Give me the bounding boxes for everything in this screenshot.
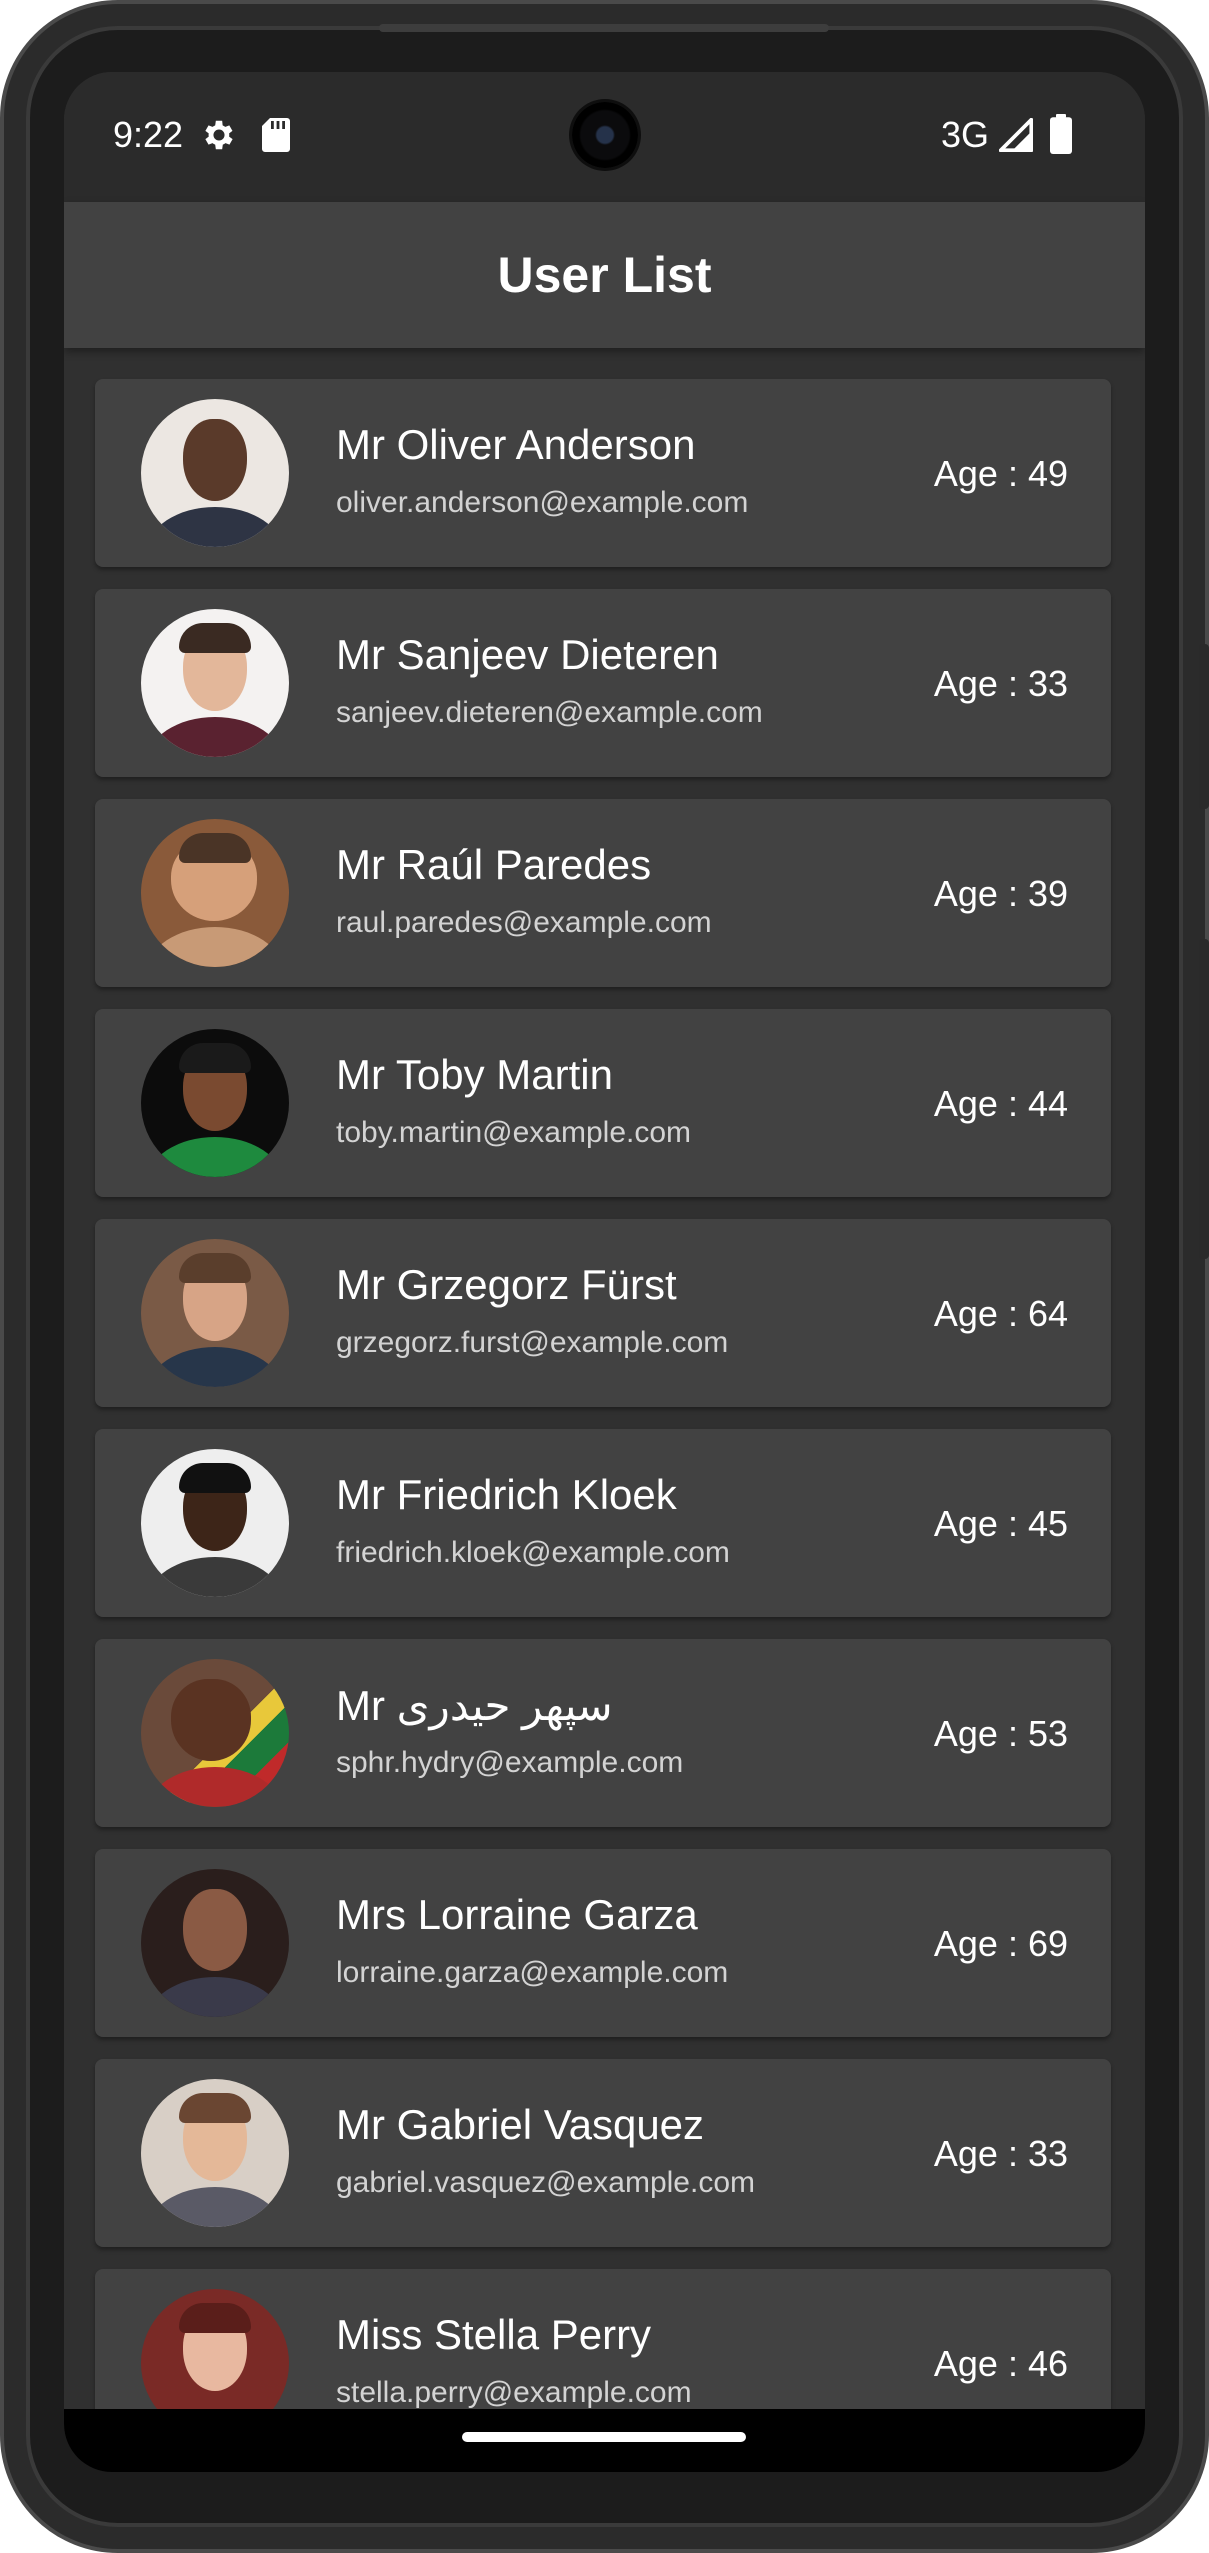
user-email: stella.perry@example.com bbox=[336, 2376, 692, 2409]
user-email: raul.paredes@example.com bbox=[336, 906, 712, 939]
home-gesture-handle[interactable] bbox=[462, 2432, 746, 2442]
user-name: Mr سپهر حیدری bbox=[336, 1682, 613, 1729]
avatar bbox=[141, 2079, 289, 2227]
user-age: Age : 49 bbox=[933, 453, 1068, 494]
user-card[interactable]: Mr Raúl Paredes raul.paredes@example.com… bbox=[95, 799, 1111, 987]
user-age: Age : 46 bbox=[933, 2343, 1068, 2384]
avatar bbox=[141, 399, 289, 547]
user-age: Age : 33 bbox=[933, 663, 1068, 704]
user-card[interactable]: Mr Grzegorz Fürst grzegorz.furst@example… bbox=[95, 1219, 1111, 1407]
avatar bbox=[141, 1659, 289, 1807]
user-age: Age : 39 bbox=[933, 873, 1068, 914]
user-card[interactable]: Miss Stella Perry stella.perry@example.c… bbox=[95, 2269, 1111, 2417]
avatar bbox=[141, 609, 289, 757]
user-age: Age : 45 bbox=[933, 1503, 1068, 1544]
avatar bbox=[141, 1239, 289, 1387]
gear-icon bbox=[205, 120, 233, 150]
avatar bbox=[141, 819, 289, 967]
user-card[interactable]: Mr Gabriel Vasquez gabriel.vasquez@examp… bbox=[95, 2059, 1111, 2247]
user-age: Age : 33 bbox=[933, 2133, 1068, 2174]
user-name: Mr Sanjeev Dieteren bbox=[336, 631, 719, 678]
user-email: toby.martin@example.com bbox=[336, 1116, 692, 1149]
user-card[interactable]: Mr سپهر حیدری sphr.hydry@example.com Age… bbox=[95, 1639, 1111, 1827]
user-email: oliver.anderson@example.com bbox=[336, 486, 749, 519]
user-name: Mr Toby Martin bbox=[336, 1051, 613, 1098]
user-card[interactable]: Mrs Lorraine Garza lorraine.garza@exampl… bbox=[95, 1849, 1111, 2037]
avatar bbox=[141, 2289, 289, 2417]
user-name: Miss Stella Perry bbox=[336, 2311, 652, 2358]
phone-frame: 9:22 3G User List Mr Oliver Anderson oli… bbox=[0, 0, 1209, 2553]
app-bar: User List bbox=[64, 202, 1145, 348]
avatar bbox=[141, 1449, 289, 1597]
signal-icon bbox=[999, 118, 1033, 152]
user-name: Mr Raúl Paredes bbox=[336, 841, 652, 888]
user-age: Age : 69 bbox=[933, 1923, 1068, 1964]
user-email: sanjeev.dieteren@example.com bbox=[336, 696, 763, 729]
user-name: Mr Oliver Anderson bbox=[336, 421, 696, 468]
status-bar: 9:22 3G bbox=[64, 72, 1145, 202]
user-name: Mr Grzegorz Fürst bbox=[336, 1261, 677, 1308]
battery-icon bbox=[1050, 114, 1072, 154]
user-name: Mrs Lorraine Garza bbox=[336, 1891, 698, 1938]
user-card[interactable]: Mr Oliver Anderson oliver.anderson@examp… bbox=[95, 379, 1111, 567]
user-email: grzegorz.furst@example.com bbox=[336, 1326, 729, 1359]
user-email: friedrich.kloek@example.com bbox=[336, 1536, 730, 1569]
user-card[interactable]: Mr Friedrich Kloek friedrich.kloek@examp… bbox=[95, 1429, 1111, 1617]
user-email: sphr.hydry@example.com bbox=[336, 1746, 684, 1779]
user-email: gabriel.vasquez@example.com bbox=[336, 2166, 755, 2199]
user-card[interactable]: Mr Sanjeev Dieteren sanjeev.dieteren@exa… bbox=[95, 589, 1111, 777]
volume-button bbox=[1199, 939, 1209, 1259]
status-time: 9:22 bbox=[113, 114, 184, 155]
user-name: Mr Gabriel Vasquez bbox=[336, 2101, 705, 2148]
user-age: Age : 44 bbox=[933, 1083, 1068, 1124]
user-name: Mr Friedrich Kloek bbox=[336, 1471, 677, 1518]
navigation-bar bbox=[64, 2409, 1145, 2472]
front-camera bbox=[572, 102, 638, 168]
earpiece bbox=[379, 24, 829, 32]
page-title: User List bbox=[497, 247, 712, 303]
avatar bbox=[141, 1029, 289, 1177]
power-button bbox=[1199, 644, 1209, 809]
user-email: lorraine.garza@example.com bbox=[336, 1956, 729, 1989]
avatar bbox=[141, 1869, 289, 2017]
user-list[interactable]: Mr Oliver Anderson oliver.anderson@examp… bbox=[64, 348, 1145, 2417]
network-type: 3G bbox=[941, 114, 990, 155]
screen: 9:22 3G User List Mr Oliver Anderson oli… bbox=[64, 72, 1145, 2472]
user-age: Age : 53 bbox=[933, 1713, 1068, 1754]
user-age: Age : 64 bbox=[933, 1293, 1068, 1334]
user-card[interactable]: Mr Toby Martin toby.martin@example.com A… bbox=[95, 1009, 1111, 1197]
sd-card-icon bbox=[262, 118, 290, 152]
